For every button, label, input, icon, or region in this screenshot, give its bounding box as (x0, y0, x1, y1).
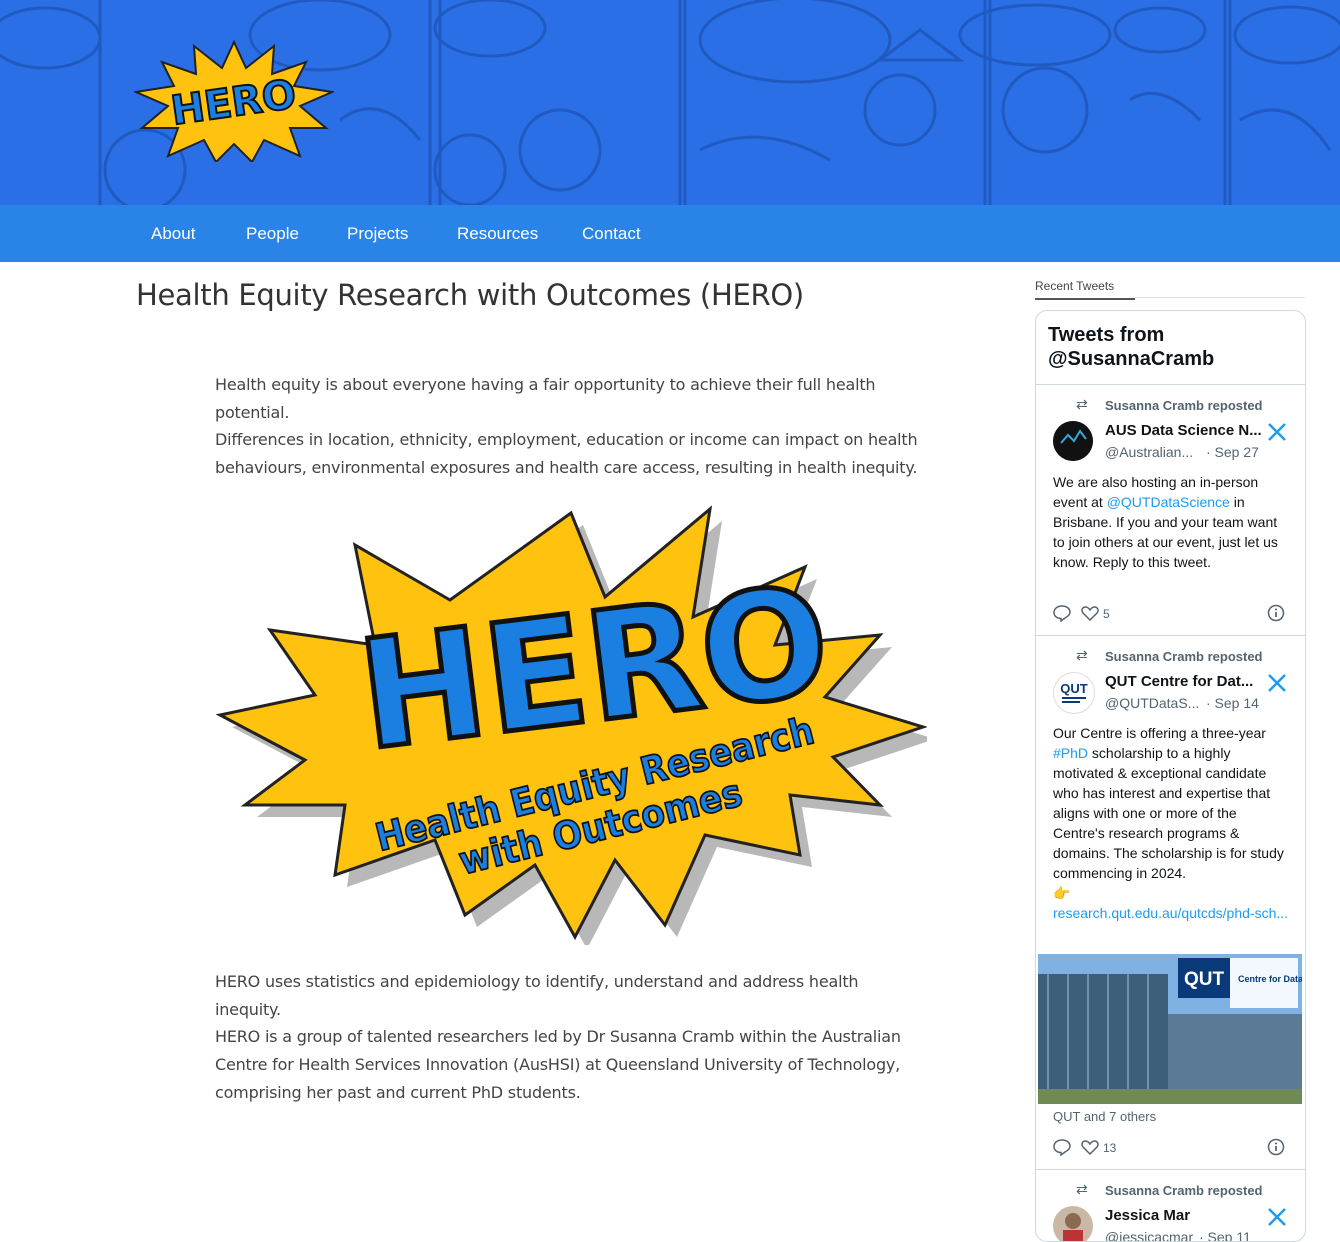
nav-item-people[interactable]: People (246, 205, 299, 262)
tweet-author-handle[interactable]: @Australian... (1105, 444, 1193, 460)
x-logo-icon[interactable] (1267, 422, 1287, 442)
avatar[interactable] (1053, 421, 1093, 461)
pointing-hand-icon: 👉 (1053, 885, 1071, 901)
tweet-text: Our Centre is offering a three-year #PhD… (1053, 725, 1289, 921)
repost-icon: ⇄ (1076, 396, 1088, 412)
twitter-timeline-widget: Tweets from @SusannaCramb ⇄ Susanna Cram… (1035, 310, 1306, 1242)
tweet-date[interactable]: · Sep 14 (1206, 695, 1259, 711)
sidebar-divider (1135, 297, 1305, 298)
x-logo-icon[interactable] (1267, 673, 1287, 693)
tweet-media-image[interactable]: QUT Centre for Data Science (1038, 954, 1302, 1104)
repost-label: Susanna Cramb reposted (1105, 1183, 1263, 1198)
hero-logo-large: HERO Health Equity Research with Outcome… (215, 505, 927, 945)
tweet-text: We are also hosting an in-person event a… (1053, 474, 1278, 570)
reply-icon[interactable] (1053, 604, 1071, 622)
like-count: 5 (1103, 607, 1110, 621)
intro-paragraph: Health equity is about everyone having a… (215, 375, 876, 422)
hero-logo-small[interactable]: HERO (134, 40, 334, 162)
page-title: Health Equity Research with Outcomes (HE… (136, 278, 804, 312)
tweet-card[interactable]: ⇄ Susanna Cramb reposted Jessica Mar @je… (1036, 1170, 1305, 1241)
tweet-author-handle[interactable]: @jessicacmar (1105, 1229, 1193, 1241)
main-nav: About People Projects Resources Contact (0, 205, 1340, 262)
media-tags[interactable]: QUT and 7 others (1053, 1109, 1156, 1124)
tweet-card[interactable]: ⇄ Susanna Cramb reposted AUS Data Scienc… (1036, 385, 1305, 636)
repost-label: Susanna Cramb reposted (1105, 649, 1263, 664)
group-paragraph: HERO is a group of talented researchers … (215, 1027, 901, 1102)
nav-item-about[interactable]: About (151, 205, 195, 262)
sidebar-title: Recent Tweets (1035, 279, 1135, 300)
tweet-card[interactable]: ⇄ Susanna Cramb reposted QUT QUT Centre … (1036, 636, 1305, 1170)
tweet-author-name[interactable]: AUS Data Science N... (1105, 422, 1265, 439)
tweet-author-handle[interactable]: @QUTDataS... (1105, 695, 1199, 711)
repost-icon: ⇄ (1076, 1181, 1088, 1197)
header-banner: HERO (0, 0, 1340, 205)
svg-text:QUT: QUT (1184, 969, 1225, 990)
nav-item-projects[interactable]: Projects (347, 205, 408, 262)
avatar[interactable]: QUT (1053, 672, 1095, 714)
hashtag-link[interactable]: #PhD (1053, 745, 1088, 761)
url-link[interactable]: research.qut.edu.au/qutcds/phd-sch... (1053, 905, 1288, 921)
mention-link[interactable]: @QUTDataScience (1107, 494, 1230, 510)
differences-paragraph: Differences in location, ethnicity, empl… (215, 430, 918, 477)
like-count: 13 (1103, 1141, 1117, 1155)
svg-text:QUT: QUT (1060, 681, 1088, 696)
x-logo-icon[interactable] (1267, 1207, 1287, 1227)
tweet-actions: 5 (1053, 604, 1293, 624)
svg-text:Centre for Data Science: Centre for Data Science (1238, 974, 1302, 984)
info-icon[interactable] (1267, 604, 1285, 622)
like-icon[interactable] (1081, 1139, 1099, 1155)
tweet-date[interactable]: · Sep 11 (1199, 1229, 1251, 1241)
repost-icon: ⇄ (1076, 647, 1088, 663)
timeline-header: Tweets from @SusannaCramb (1036, 311, 1305, 385)
reply-icon[interactable] (1053, 1138, 1071, 1156)
nav-item-contact[interactable]: Contact (582, 205, 641, 262)
timeline-title[interactable]: Tweets from @SusannaCramb (1048, 323, 1288, 371)
statistics-paragraph: HERO uses statistics and epidemiology to… (215, 972, 859, 1019)
tweet-author-name[interactable]: Jessica Mar (1105, 1207, 1265, 1224)
like-icon[interactable] (1081, 605, 1099, 621)
repost-label: Susanna Cramb reposted (1105, 398, 1263, 413)
tweet-date[interactable]: · Sep 27 (1206, 444, 1259, 460)
tweet-author-name[interactable]: QUT Centre for Dat... (1105, 673, 1265, 690)
tweet-actions: 13 (1053, 1138, 1293, 1158)
nav-item-resources[interactable]: Resources (457, 205, 538, 262)
info-icon[interactable] (1267, 1138, 1285, 1156)
